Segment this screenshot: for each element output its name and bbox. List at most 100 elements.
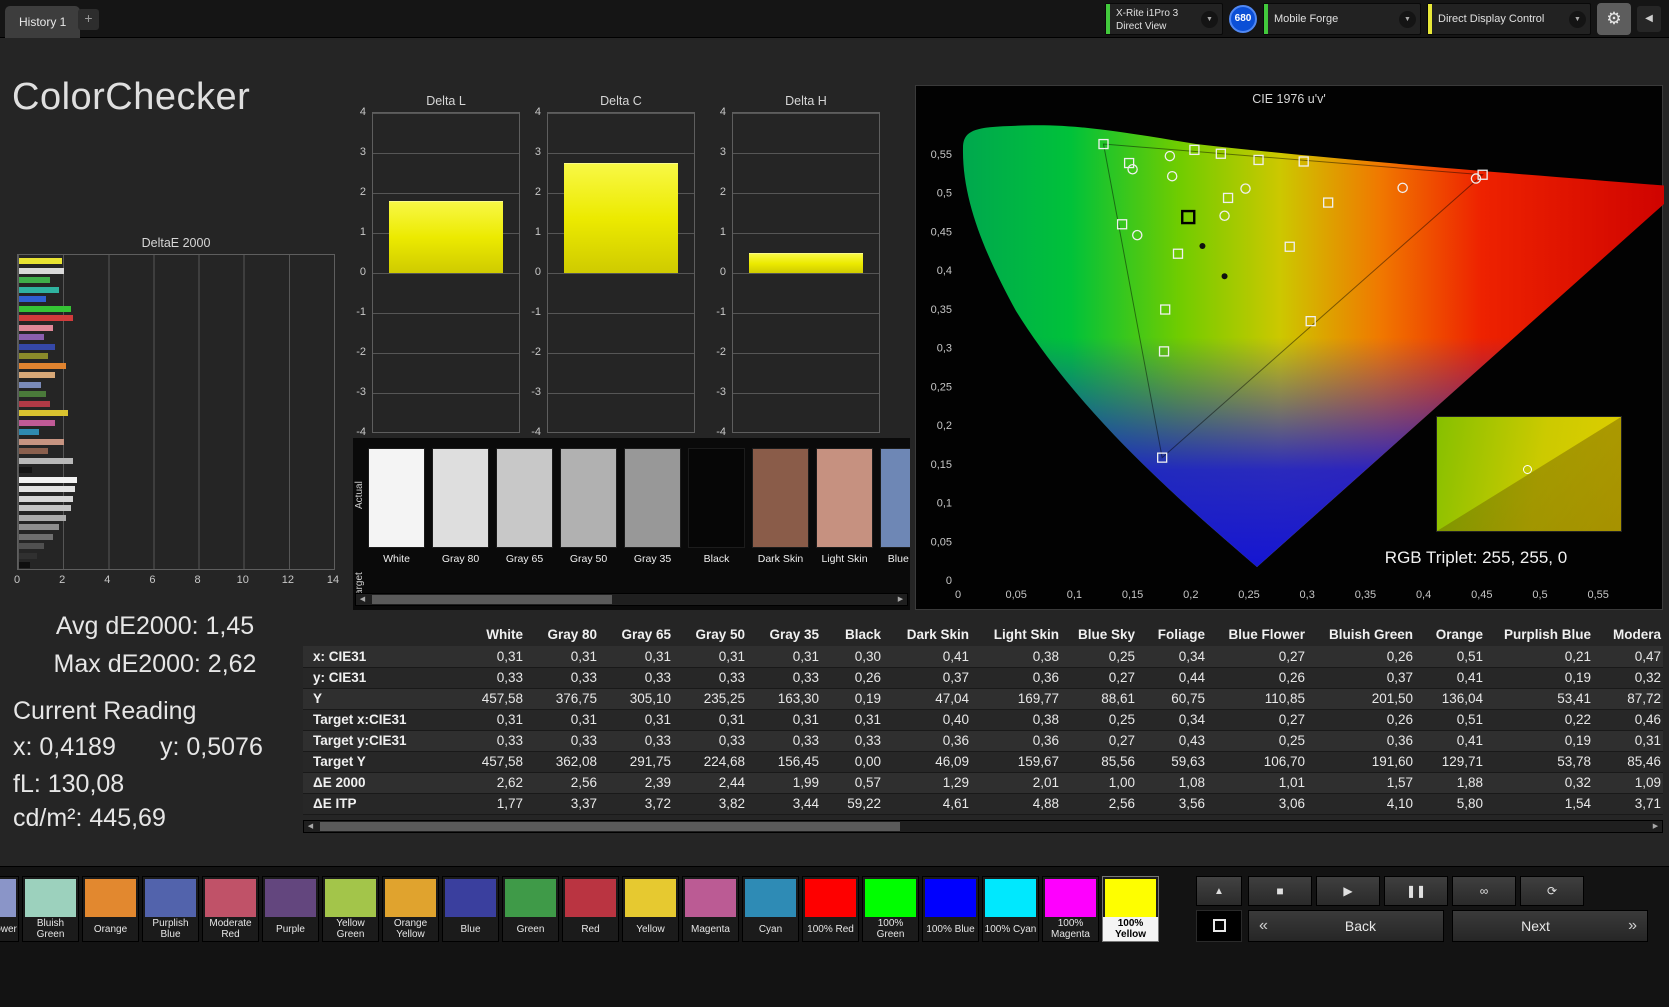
chevron-down-icon[interactable]: ▼	[1201, 11, 1218, 28]
stop-button[interactable]: ■	[1248, 876, 1312, 906]
scroll-right-icon[interactable]: ▶	[1649, 821, 1662, 832]
table-cell: 159,67	[979, 751, 1069, 772]
meter-dropdown[interactable]: X-Rite i1Pro 3 Direct View ▼	[1105, 3, 1223, 35]
table-cell: 0,26	[829, 667, 891, 688]
patch-button-blue[interactable]: Blue	[442, 876, 499, 942]
table-cell: 0,31	[1601, 730, 1663, 751]
patch-button-100-green[interactable]: 100% Green	[862, 876, 919, 942]
axis-tick: 4	[720, 106, 726, 118]
table-cell: 0,33	[755, 667, 829, 688]
meter-dropdown-text: X-Rite i1Pro 3 Direct View	[1116, 4, 1198, 33]
table-scrollbar[interactable]: ◀ ▶	[303, 820, 1663, 833]
table-cell: 169,77	[979, 688, 1069, 709]
patch-label: Orange	[83, 917, 138, 941]
table-cell: 0,31	[829, 709, 891, 730]
patch-button-bluish-green[interactable]: Bluish Green	[22, 876, 79, 942]
patch-row: Blue FlowerBluish GreenOrangePurplish Bl…	[0, 876, 1159, 942]
table-cell: 110,85	[1215, 688, 1315, 709]
scrollbar-thumb[interactable]	[320, 822, 900, 831]
table-cell: 0,31	[463, 709, 533, 730]
patch-button-orange[interactable]: Orange	[82, 876, 139, 942]
back-button[interactable]: « Back	[1248, 910, 1444, 942]
back-label: Back	[1278, 918, 1443, 934]
table-cell: 1,54	[1493, 793, 1601, 814]
patch-color	[925, 879, 976, 917]
table-row: Target x:CIE310,310,310,310,310,310,310,…	[303, 709, 1663, 730]
axis-tick: 0	[946, 575, 952, 587]
patch-button-cyan[interactable]: Cyan	[742, 876, 799, 942]
pattern-up-button[interactable]: ▲	[1196, 876, 1242, 906]
cie-diagram: 00,050,10,150,20,250,30,350,40,450,50,55…	[916, 86, 1664, 611]
patch-button-100-yellow[interactable]: 100% Yellow	[1102, 876, 1159, 942]
patch-label: Blue	[443, 917, 498, 941]
next-label: Next	[1453, 918, 1618, 934]
patch-button-100-blue[interactable]: 100% Blue	[922, 876, 979, 942]
axis-tick: -1	[531, 306, 541, 318]
actual-row-label: Actual	[354, 450, 365, 540]
add-tab-button[interactable]: +	[78, 9, 99, 30]
swatch-gray-65: Gray 65	[496, 448, 553, 565]
axis-tick: -2	[716, 346, 726, 358]
loop-button[interactable]: ⟳	[1520, 876, 1584, 906]
play-button[interactable]: ▶	[1316, 876, 1380, 906]
source-dropdown[interactable]: Mobile Forge ▼	[1263, 3, 1421, 35]
deltae-bar	[19, 268, 64, 274]
table-cell: 5,80	[1423, 793, 1493, 814]
tab-history-1[interactable]: History 1	[5, 6, 80, 38]
patch-button-100-magenta[interactable]: 100% Magenta	[1042, 876, 1099, 942]
pause-button[interactable]: ❚❚	[1384, 876, 1448, 906]
scroll-left-icon[interactable]: ◀	[304, 821, 317, 832]
patch-label: Cyan	[743, 917, 798, 941]
table-cell: 156,45	[755, 751, 829, 772]
patch-button-yellow-green[interactable]: Yellow Green	[322, 876, 379, 942]
patch-button-magenta[interactable]: Magenta	[682, 876, 739, 942]
patch-label: Bluish Green	[23, 917, 78, 941]
collapse-panel-button[interactable]: ◀	[1637, 6, 1661, 32]
pattern-window-button[interactable]	[1196, 910, 1242, 942]
display-control-dropdown[interactable]: Direct Display Control ▼	[1427, 3, 1591, 35]
swatch-color	[560, 448, 617, 548]
next-button[interactable]: Next »	[1452, 910, 1648, 942]
table-cell: 2,44	[681, 772, 755, 793]
settings-button[interactable]: ⚙	[1597, 3, 1631, 35]
patch-button-purple[interactable]: Purple	[262, 876, 319, 942]
patch-label: Moderate Red	[203, 917, 258, 941]
swatch-color	[688, 448, 745, 548]
table-row: y: CIE310,330,330,330,330,330,260,370,36…	[303, 667, 1663, 688]
table-cell: 2,01	[979, 772, 1069, 793]
scroll-right-icon[interactable]: ▶	[894, 594, 907, 605]
deltae-bar	[19, 562, 30, 568]
table-cell: 1,88	[1423, 772, 1493, 793]
patch-button-yellow[interactable]: Yellow	[622, 876, 679, 942]
table-cell: 0,27	[1215, 646, 1315, 667]
patch-color	[205, 879, 256, 917]
table-cell: 136,04	[1423, 688, 1493, 709]
patch-button-blue-flower[interactable]: Blue Flower	[0, 876, 19, 942]
swatch-scrollbar[interactable]: ◀ ▶	[355, 593, 908, 606]
patch-color	[985, 879, 1036, 917]
chart-title: Delta H	[732, 94, 880, 108]
chevron-down-icon[interactable]: ▼	[1569, 11, 1586, 28]
patch-button-orange-yellow[interactable]: Orange Yellow	[382, 876, 439, 942]
patch-button-100-cyan[interactable]: 100% Cyan	[982, 876, 1039, 942]
deltae-bar	[19, 391, 46, 397]
continuous-button[interactable]: ∞	[1452, 876, 1516, 906]
table-cell: 0,33	[607, 730, 681, 751]
patch-color	[865, 879, 916, 917]
patch-button-purplish-blue[interactable]: Purplish Blue	[142, 876, 199, 942]
scrollbar-thumb[interactable]	[372, 595, 612, 604]
table-cell: 163,30	[755, 688, 829, 709]
table-cell: 1,01	[1215, 772, 1315, 793]
axis-tick: -3	[531, 386, 541, 398]
axis-tick: 0,3	[1300, 589, 1315, 601]
patch-button-green[interactable]: Green	[502, 876, 559, 942]
chevron-down-icon[interactable]: ▼	[1399, 11, 1416, 28]
patch-button-100-red[interactable]: 100% Red	[802, 876, 859, 942]
column-header: Black	[829, 622, 891, 646]
patch-label: Yellow	[623, 917, 678, 941]
patch-button-moderate-red[interactable]: Moderate Red	[202, 876, 259, 942]
axis-tick: 0,35	[1355, 589, 1376, 601]
deltae-bar	[19, 382, 41, 388]
patch-button-red[interactable]: Red	[562, 876, 619, 942]
scroll-left-icon[interactable]: ◀	[356, 594, 369, 605]
